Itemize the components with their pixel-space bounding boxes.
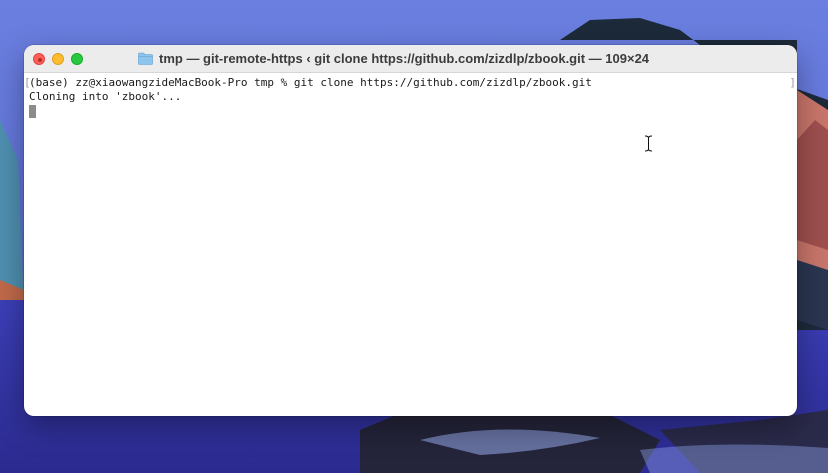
- terminal-cursor: [29, 105, 36, 118]
- minimize-button[interactable]: [52, 53, 64, 65]
- folder-icon: [138, 52, 153, 65]
- terminal-window[interactable]: tmp — git-remote-https ‹ git clone https…: [24, 45, 797, 416]
- window-title-text: tmp — git-remote-https ‹ git clone https…: [159, 51, 650, 66]
- text-cursor-icon: [644, 135, 653, 152]
- close-button[interactable]: [33, 53, 45, 65]
- maximize-button[interactable]: [71, 53, 83, 65]
- mark-bracket-right: ]: [789, 76, 796, 89]
- window-title: tmp — git-remote-https ‹ git clone https…: [138, 51, 649, 66]
- terminal-line-output: Cloning into 'zbook'...: [29, 90, 182, 103]
- terminal-output[interactable]: [ ] (base) zz@xiaowangzideMacBook-Pro tm…: [24, 74, 797, 416]
- title-bar[interactable]: tmp — git-remote-https ‹ git clone https…: [24, 45, 797, 73]
- terminal-line-command: (base) zz@xiaowangzideMacBook-Pro tmp % …: [29, 76, 592, 89]
